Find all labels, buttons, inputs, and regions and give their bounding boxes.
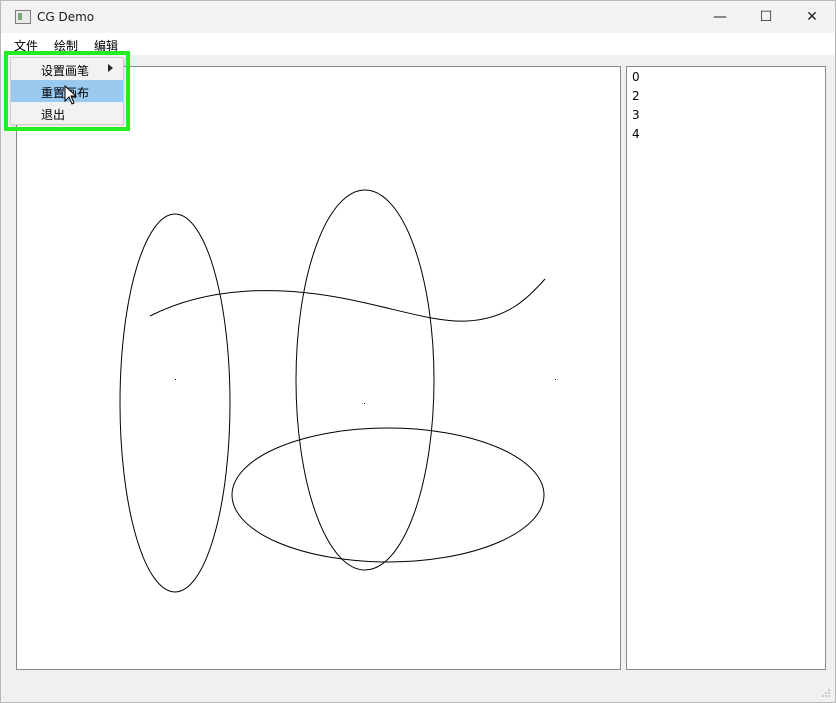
close-icon: ✕ bbox=[806, 9, 818, 25]
maximize-icon: ☐ bbox=[759, 9, 773, 25]
list-item[interactable]: 4 bbox=[632, 127, 640, 141]
ellipse-horizontal bbox=[231, 427, 545, 563]
item-list-panel[interactable]: 0 2 3 4 bbox=[626, 66, 826, 670]
center-point bbox=[364, 403, 365, 404]
window-title: CG Demo bbox=[37, 10, 95, 24]
minimize-button[interactable]: — bbox=[697, 1, 743, 33]
mouse-pointer-icon bbox=[64, 85, 78, 105]
list-item[interactable]: 3 bbox=[632, 108, 640, 122]
maximize-button[interactable]: ☐ bbox=[743, 1, 789, 33]
canvas-drawing bbox=[119, 189, 556, 593]
center-point bbox=[175, 379, 176, 380]
close-button[interactable]: ✕ bbox=[789, 1, 835, 33]
control-point bbox=[555, 379, 556, 380]
minimize-icon: — bbox=[713, 9, 727, 25]
list-item[interactable]: 2 bbox=[632, 89, 640, 103]
title-bar[interactable]: CG Demo — ☐ ✕ bbox=[1, 1, 835, 33]
bezier-curve bbox=[149, 278, 546, 322]
ellipse-left bbox=[119, 213, 231, 593]
list-item[interactable]: 0 bbox=[632, 70, 640, 84]
app-window-icon bbox=[15, 10, 31, 24]
status-bar bbox=[1, 673, 835, 702]
resize-grip-icon[interactable] bbox=[821, 688, 831, 698]
ellipse-middle bbox=[295, 189, 435, 571]
drawing-canvas[interactable] bbox=[16, 66, 621, 670]
